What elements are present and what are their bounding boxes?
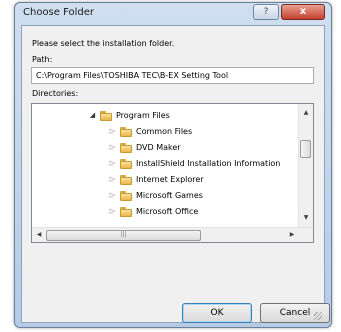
folder-icon	[120, 174, 132, 185]
close-button[interactable]: x	[281, 4, 325, 20]
folder-icon	[120, 190, 132, 201]
tree-item[interactable]: ▷ DVD Maker	[108, 140, 181, 154]
tree-item-label: Common Files	[136, 126, 193, 136]
triangle-right-icon[interactable]: ▷	[108, 207, 117, 215]
tree-item-label: DVD Maker	[136, 142, 181, 152]
triangle-right-icon[interactable]: ▷	[108, 191, 117, 199]
ok-button[interactable]: OK	[182, 303, 252, 323]
help-button[interactable]: ?	[253, 4, 279, 20]
instruction-text: Please select the installation folder.	[32, 39, 175, 48]
horizontal-scrollbar[interactable]: ◀ ||| ▶	[32, 227, 313, 242]
dialog-body: Please select the installation folder. P…	[21, 25, 330, 323]
tree-item[interactable]: ▷ InstallShield Installation Information	[108, 156, 280, 170]
tree-item-label: Program Files	[116, 110, 170, 120]
directories-label: Directories:	[32, 89, 79, 98]
folder-icon	[120, 126, 132, 137]
resize-grip[interactable]	[314, 312, 322, 320]
folder-icon	[120, 142, 132, 153]
vertical-scrollbar[interactable]: ▲ ▼	[298, 104, 313, 228]
triangle-right-icon[interactable]: ▷	[108, 143, 117, 151]
directory-tree[interactable]: ◢ Program Files ▷ Common Files ▷ DVD Mak…	[31, 103, 314, 243]
tree-item-program-files[interactable]: ◢ Program Files	[88, 108, 170, 122]
vertical-scroll-thumb[interactable]	[300, 140, 311, 158]
folder-icon	[100, 110, 112, 121]
tree-item-label: Microsoft Games	[136, 190, 203, 200]
tree-item-label: Microsoft Office	[136, 206, 199, 216]
path-field[interactable]: C:\Program Files\TOSHIBA TEC\B-EX Settin…	[31, 67, 314, 84]
arrow-up-icon[interactable]: ▲	[299, 109, 313, 116]
horizontal-scroll-thumb[interactable]: |||	[46, 230, 201, 241]
arrow-right-icon[interactable]: ▶	[285, 231, 299, 238]
folder-icon	[120, 158, 132, 169]
tree-item[interactable]: ▷ Microsoft Games	[108, 188, 203, 202]
tree-item[interactable]: ▷ Microsoft Office	[108, 204, 198, 218]
arrow-down-icon[interactable]: ▼	[299, 214, 313, 221]
triangle-right-icon[interactable]: ▷	[108, 127, 117, 135]
choose-folder-dialog: Choose Folder ? x Please select the inst…	[14, 2, 332, 328]
tree-item-label: InstallShield Installation Information	[136, 158, 281, 168]
window-title: Choose Folder	[23, 7, 95, 18]
folder-icon	[120, 206, 132, 217]
triangle-right-icon[interactable]: ▷	[108, 175, 117, 183]
tree-item[interactable]: ▷ Common Files	[108, 124, 192, 138]
tree-item[interactable]: ▷ Internet Explorer	[108, 172, 204, 186]
path-label: Path:	[32, 55, 53, 64]
triangle-down-icon[interactable]: ◢	[88, 111, 97, 119]
arrow-left-icon[interactable]: ◀	[32, 231, 46, 238]
triangle-right-icon[interactable]: ▷	[108, 159, 117, 167]
tree-item-label: Internet Explorer	[136, 174, 204, 184]
